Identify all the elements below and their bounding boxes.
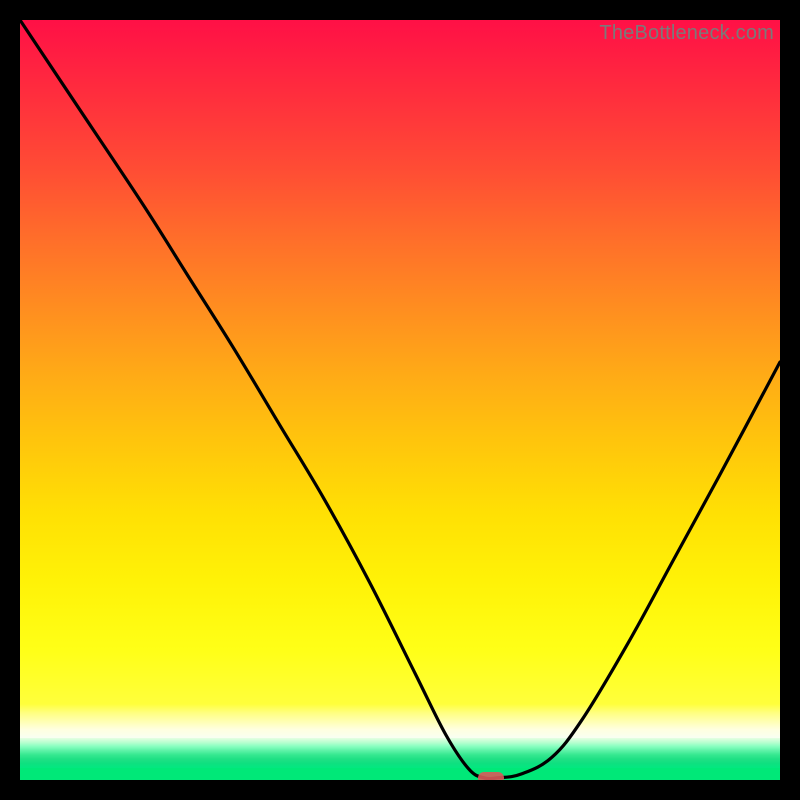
plot-area: TheBottleneck.com bbox=[20, 20, 780, 780]
minimum-marker bbox=[478, 772, 504, 780]
gradient-pale-band bbox=[20, 704, 780, 738]
watermark-text: TheBottleneck.com bbox=[599, 22, 774, 45]
chart-frame: TheBottleneck.com bbox=[0, 0, 800, 800]
gradient-baseline bbox=[20, 768, 780, 780]
gradient-red-yellow bbox=[20, 20, 780, 704]
gradient-green-band bbox=[20, 738, 780, 768]
